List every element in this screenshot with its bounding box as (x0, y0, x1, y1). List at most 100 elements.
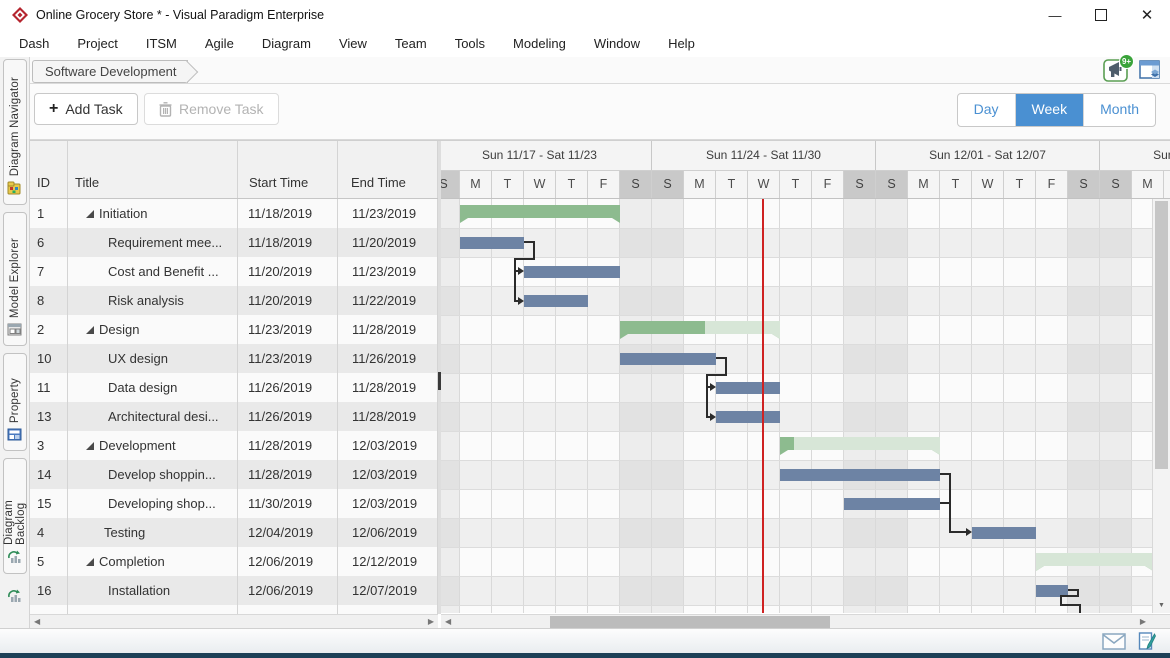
mail-icon[interactable] (1102, 633, 1126, 650)
scroll-right-icon[interactable]: ▶ (1140, 615, 1146, 629)
column-header-title: Title (68, 141, 238, 198)
scroll-down-button[interactable]: ▼ (1153, 597, 1170, 613)
task-id-cell: 5 (30, 547, 68, 576)
day-header-cell: S (620, 171, 652, 198)
scroll-right-icon[interactable]: ▶ (428, 615, 434, 629)
menu-item-itsm[interactable]: ITSM (132, 30, 191, 57)
table-row[interactable]: 13Architectural desi...11/26/201911/28/2… (30, 402, 438, 431)
day-header-cell: S (441, 171, 460, 198)
grid-line (523, 199, 524, 613)
table-row[interactable]: 4Testing12/04/201912/06/2019 (30, 518, 438, 547)
day-header-cell: T (1164, 171, 1170, 198)
menu-item-dash[interactable]: Dash (5, 30, 63, 57)
view-week-button[interactable]: Week (1015, 94, 1084, 126)
minimize-button[interactable]: — (1032, 0, 1078, 30)
view-month-button[interactable]: Month (1083, 94, 1155, 126)
table-row[interactable]: 1Initiation11/18/201911/23/2019 (30, 199, 438, 228)
table-row[interactable]: 16Installation12/06/201912/07/2019 (30, 576, 438, 605)
task-id-cell: 1 (30, 199, 68, 228)
menu-item-agile[interactable]: Agile (191, 30, 248, 57)
table-horizontal-scrollbar[interactable]: ◀ ▶ (30, 614, 438, 629)
expand-collapse-icon[interactable] (86, 326, 94, 334)
menu-item-help[interactable]: Help (654, 30, 709, 57)
announcements-button[interactable]: 9+ (1103, 58, 1129, 82)
menu-item-view[interactable]: View (325, 30, 381, 57)
gantt-task-bar[interactable] (780, 469, 940, 481)
expand-collapse-icon[interactable] (86, 442, 94, 450)
task-title-cell: Developing shop... (68, 489, 238, 518)
menu-item-tools[interactable]: Tools (441, 30, 499, 57)
table-row[interactable]: 7Cost and Benefit ...11/20/201911/23/201… (30, 257, 438, 286)
task-start-cell: 11/28/2019 (238, 431, 338, 460)
vertical-scrollbar-thumb[interactable] (1155, 201, 1168, 469)
gantt-task-bar[interactable] (716, 411, 780, 423)
table-row[interactable]: 6Requirement mee...11/18/201911/20/2019 (30, 228, 438, 257)
day-header-cell: W (972, 171, 1004, 198)
task-title-label: Architectural desi... (108, 402, 219, 431)
task-title-cell: Initiation (68, 199, 238, 228)
sidebar-tab-diagram-backlog[interactable]: Diagram Backlog (3, 458, 27, 574)
day-header-cell: T (716, 171, 748, 198)
chart-scrollbar-thumb[interactable] (550, 616, 830, 628)
grid-line (441, 431, 1170, 432)
document-tab[interactable]: Software Development (32, 60, 188, 83)
column-header-end: End Time (338, 141, 438, 198)
task-id-cell: 4 (30, 518, 68, 547)
expand-collapse-icon[interactable] (86, 210, 94, 218)
menu-item-team[interactable]: Team (381, 30, 441, 57)
task-start-cell: 12/04/2019 (238, 518, 338, 547)
gantt-task-bar[interactable] (844, 498, 940, 510)
table-row[interactable]: 5Completion12/06/201912/12/2019 (30, 547, 438, 576)
table-row[interactable]: 8Risk analysis11/20/201911/22/2019 (30, 286, 438, 315)
add-task-button[interactable]: + Add Task (34, 93, 138, 125)
gantt-task-bar[interactable] (972, 527, 1036, 539)
expand-collapse-icon[interactable] (86, 558, 94, 566)
sidebar-tab-model-explorer[interactable]: Model Explorer (3, 212, 27, 346)
grid-line (441, 373, 1170, 374)
gantt-task-bar[interactable] (524, 295, 588, 307)
scroll-left-icon[interactable]: ◀ (445, 615, 451, 629)
chart-row (441, 315, 1170, 344)
gantt-task-bar[interactable] (716, 382, 780, 394)
menu-item-modeling[interactable]: Modeling (499, 30, 580, 57)
remove-task-button[interactable]: Remove Task (144, 93, 279, 125)
sidebar-extra-icon[interactable] (7, 589, 22, 608)
maximize-button[interactable] (1078, 0, 1124, 30)
sidebar-tab-property[interactable]: Property (3, 353, 27, 451)
menu-item-diagram[interactable]: Diagram (248, 30, 325, 57)
gantt-task-bar[interactable] (1036, 585, 1068, 597)
task-end-cell: 11/28/2019 (338, 402, 438, 431)
vertical-scrollbar[interactable]: ▼ (1152, 199, 1170, 613)
table-row[interactable]: 3Development11/28/201912/03/2019 (30, 431, 438, 460)
gantt-task-bar[interactable] (620, 353, 716, 365)
layout-panes-button[interactable] (1139, 60, 1162, 81)
menu-item-window[interactable]: Window (580, 30, 654, 57)
table-row[interactable]: 2Design11/23/201911/28/2019 (30, 315, 438, 344)
table-row[interactable]: 15Developing shop...11/30/201912/03/2019 (30, 489, 438, 518)
task-title-cell: Completion (68, 547, 238, 576)
grid-line (441, 576, 1170, 577)
table-row[interactable]: 11Data design11/26/201911/28/2019 (30, 373, 438, 402)
grid-line (875, 199, 876, 613)
grid-line (811, 199, 812, 613)
grid-line (587, 199, 588, 613)
close-button[interactable]: ✕ (1124, 0, 1170, 30)
view-day-button[interactable]: Day (958, 94, 1015, 126)
window-bottom-accent (0, 653, 1170, 658)
view-mode-toggle: Day Week Month (957, 93, 1156, 127)
gantt-task-bar[interactable] (524, 266, 620, 278)
scroll-left-icon[interactable]: ◀ (34, 615, 40, 629)
grid-line (907, 199, 908, 613)
day-header-cell: S (1068, 171, 1100, 198)
sidebar-tab-diagram-navigator[interactable]: Diagram Navigator (3, 59, 27, 205)
table-row[interactable]: 10UX design11/23/201911/26/2019 (30, 344, 438, 373)
grid-line (459, 199, 460, 613)
gantt-task-bar[interactable] (460, 237, 524, 249)
menu-item-project[interactable]: Project (63, 30, 131, 57)
edit-document-icon[interactable] (1138, 632, 1156, 650)
chart-horizontal-scrollbar[interactable]: ◀ ▶ (441, 614, 1152, 629)
task-title-label: Requirement mee... (108, 228, 222, 257)
task-title-label: Data design (108, 373, 177, 402)
table-row[interactable]: 14Develop shoppin...11/28/201912/03/2019 (30, 460, 438, 489)
grid-line (843, 199, 844, 613)
